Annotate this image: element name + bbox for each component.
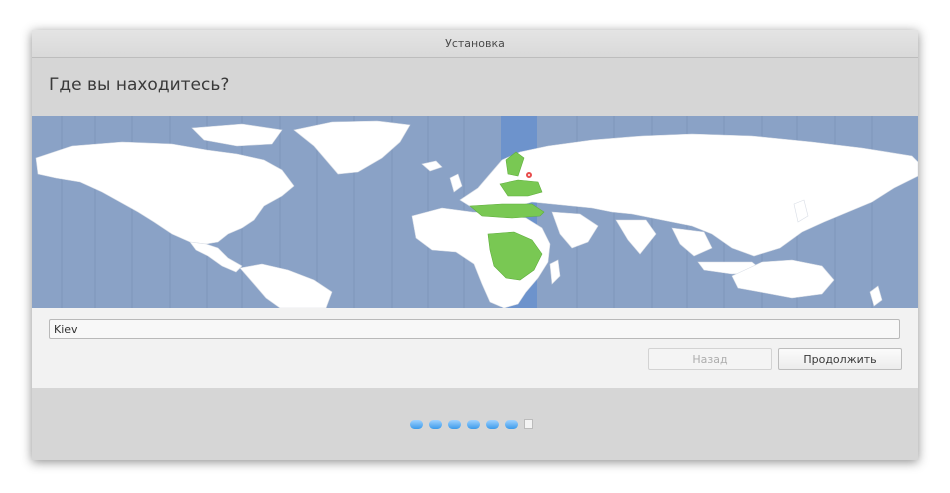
timezone-map[interactable] (32, 116, 918, 308)
step-indicator-2 (429, 419, 442, 429)
page-title: Где вы находитесь? (49, 75, 230, 95)
window-title: Установка (445, 37, 505, 50)
timezone-panel: Назад Продолжить (32, 308, 918, 388)
installer-window: Установка Где вы находитесь? Kiev Назад … (32, 30, 918, 460)
page-header: Где вы находитесь? (32, 58, 918, 116)
timezone-input[interactable] (49, 319, 900, 339)
location-pin-icon[interactable] (525, 171, 533, 179)
step-progress (410, 419, 533, 429)
window-titlebar: Установка (32, 30, 918, 58)
step-indicator-6 (505, 419, 518, 429)
step-indicator-3 (448, 419, 461, 429)
step-indicator-current (524, 419, 533, 429)
continue-button[interactable]: Продолжить (778, 348, 902, 370)
step-indicator-4 (467, 419, 480, 429)
step-indicator-5 (486, 419, 499, 429)
back-button[interactable]: Назад (648, 348, 772, 370)
progress-footer (32, 388, 918, 460)
step-indicator-1 (410, 419, 423, 429)
